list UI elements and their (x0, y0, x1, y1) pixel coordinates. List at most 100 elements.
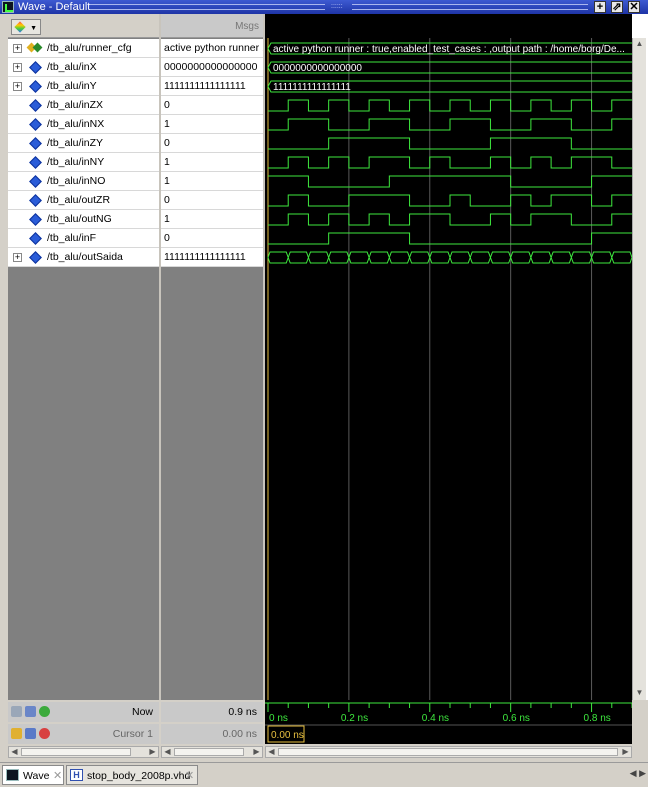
bus-waveform (267, 251, 632, 264)
signal-name: /tb_alu/outNG (47, 213, 112, 225)
expand-icon[interactable]: + (13, 44, 22, 53)
scroll-down-icon[interactable]: ▼ (634, 687, 645, 698)
value-pane-scroll-thumb[interactable] (174, 748, 244, 756)
signal-value: 0 (164, 194, 170, 206)
bit-waveform (268, 194, 632, 207)
undock-button[interactable]: ⇗ (611, 1, 623, 13)
left-gutter (0, 14, 8, 700)
waveform-canvas[interactable]: active python runner : true,enabled_test… (265, 14, 632, 700)
ruler-tick-label: 0.8 ns (584, 713, 611, 724)
msgs-header: Msgs (161, 14, 263, 38)
tab-vhd-file[interactable]: H stop_body_2008p.vhd ✕ (66, 765, 198, 785)
signal-value-row[interactable]: 0 (161, 229, 263, 248)
signal-value: 1111111111111111 (164, 80, 246, 92)
signal-row[interactable]: /tb_alu/inNY (8, 153, 159, 172)
time-ruler[interactable]: 0 ns 0.2 ns 0.4 ns 0.6 ns 0.8 ns 0.00 ns (265, 700, 633, 744)
signal-value-row[interactable]: 0 (161, 191, 263, 210)
signal-row[interactable]: /tb_alu/outNG (8, 210, 159, 229)
signal-row[interactable]: /tb_alu/inZX (8, 96, 159, 115)
expand-icon[interactable]: + (13, 253, 22, 262)
tab-scroll-arrows[interactable]: ◀ ▶ (630, 768, 646, 779)
title-bar: Wave - Default :::::: + ⇗ ✕ (0, 0, 648, 14)
scroll-right-icon[interactable]: ▶ (251, 747, 262, 757)
wave-objects-dropdown[interactable]: ▼ (11, 19, 41, 35)
signal-row[interactable]: + /tb_alu/outSaida (8, 248, 159, 267)
signal-value-row[interactable]: 1111111111111111 (161, 248, 263, 267)
signal-value-row[interactable]: 1 (161, 153, 263, 172)
delete-cursor-icon[interactable] (39, 728, 50, 739)
add-pane-button[interactable]: + (594, 1, 606, 13)
signal-value: active python runner ... (164, 42, 271, 54)
dropdown-arrow-icon: ▼ (30, 25, 37, 32)
title-grip-dots: :::::: (331, 3, 343, 10)
value-pane-hscroll[interactable]: ◀ ▶ (161, 746, 263, 758)
signal-value-row[interactable]: 1 (161, 172, 263, 191)
cursor-list-icon[interactable] (11, 706, 22, 717)
scroll-left-icon[interactable]: ◀ (162, 747, 173, 757)
close-icon[interactable]: ✕ (53, 769, 62, 782)
signal-row[interactable]: /tb_alu/inF (8, 229, 159, 248)
signal-value-row[interactable]: 0000000000000000 (161, 58, 263, 77)
waveform-pane[interactable]: active python runner : true,enabled_test… (265, 14, 632, 700)
signal-value-row[interactable]: active python runner ... (161, 39, 271, 58)
signal-diamond-icon (29, 232, 42, 245)
bit-waveform (268, 99, 632, 112)
msgs-header-label: Msgs (235, 21, 259, 32)
expand-icon[interactable]: + (13, 82, 22, 91)
now-label: Now (131, 706, 153, 718)
drag-grip[interactable] (90, 4, 325, 10)
cursor-time-label: 0.00 ns (271, 730, 304, 741)
signal-diamond-icon (29, 156, 42, 169)
bus-value-label: 1111111111111111 (273, 82, 351, 93)
signal-name: /tb_alu/inZY (47, 137, 104, 149)
now-value: 0.9 ns (228, 706, 257, 718)
bus-value-label: 0000000000000000 (273, 63, 362, 74)
edit-cursor-icon[interactable] (25, 728, 36, 739)
name-pane-scroll-thumb[interactable] (21, 748, 131, 756)
tab-wave[interactable]: Wave ✕ (2, 765, 64, 785)
ruler-tick-label: 0.2 ns (341, 713, 368, 724)
signal-row[interactable]: + /tb_alu/inX (8, 58, 159, 77)
signal-value-row[interactable]: 1 (161, 210, 263, 229)
signal-value-row[interactable]: 1111111111111111 (161, 77, 263, 96)
signal-value-row[interactable]: 0 (161, 96, 263, 115)
scroll-up-icon[interactable]: ▲ (634, 38, 645, 49)
cursor-zoom-icon[interactable] (25, 706, 36, 717)
signal-row[interactable]: /tb_alu/inNX (8, 115, 159, 134)
vertical-scrollbar[interactable]: ▲ ▼ (632, 38, 646, 700)
signal-row[interactable]: /tb_alu/outZR (8, 191, 159, 210)
name-pane-hscroll[interactable]: ◀ ▶ (8, 746, 159, 758)
signal-row[interactable]: /tb_alu/inNO (8, 172, 159, 191)
add-cursor-icon[interactable] (39, 706, 50, 717)
signal-name: /tb_alu/inNY (47, 156, 105, 168)
signal-row[interactable]: + /tb_alu/runner_cfg (8, 39, 159, 58)
signal-value-row[interactable]: 0 (161, 134, 263, 153)
scroll-right-icon[interactable]: ▶ (620, 747, 631, 757)
signal-value-row[interactable]: 1 (161, 115, 263, 134)
pane-splitter-1[interactable] (159, 14, 161, 787)
signal-value: 1 (164, 175, 170, 187)
signal-name: /tb_alu/inZX (47, 99, 104, 111)
close-window-button[interactable]: ✕ (628, 1, 640, 13)
scroll-left-icon[interactable]: ◀ (9, 747, 20, 757)
ruler-tick-label: 0.6 ns (503, 713, 530, 724)
wave-pane-hscroll[interactable]: ◀ ▶ (265, 746, 632, 758)
drag-grip-right[interactable] (352, 4, 588, 10)
scroll-right-icon[interactable]: ▶ (147, 747, 158, 757)
scroll-left-icon[interactable]: ◀ (266, 747, 277, 757)
signal-name: /tb_alu/inNO (47, 175, 106, 187)
lock-cursor-icon[interactable] (11, 728, 22, 739)
expand-icon[interactable]: + (13, 63, 22, 72)
signal-name-pane: ▼ + /tb_alu/runner_cfg + /tb_alu/inX + /tb_al… (8, 14, 159, 700)
signal-row[interactable]: + /tb_alu/inY (8, 77, 159, 96)
close-icon[interactable]: ✕ (185, 769, 194, 782)
time-ruler-canvas[interactable]: 0 ns 0.2 ns 0.4 ns 0.6 ns 0.8 ns 0.00 ns (265, 700, 633, 744)
wave-pane-scroll-thumb[interactable] (278, 748, 618, 756)
wave-app-icon (2, 1, 14, 13)
cursor-value: 0.00 ns (222, 728, 257, 740)
cursor-label[interactable]: Cursor 1 (113, 728, 153, 740)
bit-waveform (268, 137, 632, 150)
signal-diamond-icon (29, 118, 42, 131)
signal-value: 0 (164, 137, 170, 149)
signal-row[interactable]: /tb_alu/inZY (8, 134, 159, 153)
